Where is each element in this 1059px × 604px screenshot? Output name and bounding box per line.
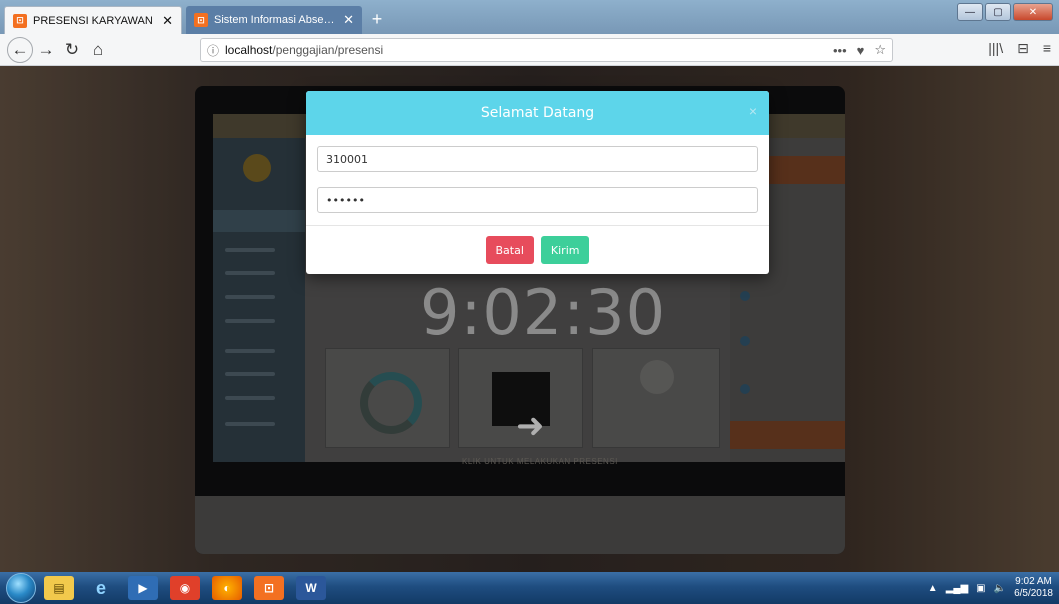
tray-time: 9:02 AM [1015, 576, 1052, 587]
minimize-button[interactable]: — [957, 3, 983, 21]
submit-button[interactable]: Kirim [540, 236, 590, 264]
tab-title: PRESENSI KARYAWAN [33, 14, 153, 27]
xampp-icon-alt[interactable]: ◉ [170, 576, 200, 600]
tray-date: 6/5/2018 [1014, 588, 1053, 599]
forward-icon[interactable]: → [33, 37, 59, 63]
favicon-icon: ⊡ [194, 13, 208, 27]
maximize-button[interactable]: ▢ [985, 3, 1011, 21]
tray-clock[interactable]: 9:02 AM 6/5/2018 [1014, 576, 1053, 600]
browser-titlebar: ⊡ PRESENSI KARYAWAN ✕ ⊡ Sistem Informasi… [0, 0, 1059, 34]
url-bar[interactable]: ⓘ localhost/penggajian/presensi ••• ♥ ☆ [200, 38, 893, 62]
start-orb-icon[interactable] [6, 573, 36, 603]
toolbar-right: |||\ ⊟ ≡ [988, 40, 1051, 57]
info-icon[interactable]: ⓘ [207, 42, 219, 59]
xampp-icon[interactable]: ⊡ [254, 576, 284, 600]
firefox-icon[interactable]: ◐ [212, 576, 242, 600]
reload-icon[interactable]: ↻ [59, 37, 85, 63]
system-tray: ▲ ▂▄▆ ▣ 🔈 9:02 AM 6/5/2018 [928, 572, 1053, 604]
welcome-modal: Selamat Datang × Batal Kirim [306, 91, 769, 274]
window-controls: — ▢ ✕ [957, 3, 1053, 21]
browser-navbar: ← → ↻ ⌂ ⓘ localhost/penggajian/presensi … [0, 34, 1059, 66]
username-input[interactable] [317, 146, 758, 172]
url-text: localhost/penggajian/presensi [225, 43, 384, 57]
sidebar-icon[interactable]: ⊟ [1017, 40, 1029, 57]
new-tab-button[interactable]: + [366, 8, 388, 30]
library-icon[interactable]: |||\ [988, 40, 1003, 57]
modal-header: Selamat Datang × [306, 91, 769, 135]
volume-icon[interactable]: 🔈 [994, 583, 1006, 594]
ie-icon[interactable]: e [86, 576, 116, 600]
media-icon[interactable]: ▶ [128, 576, 158, 600]
page-content: ➜ KLIK UNTUK MELAKUKAN PRESENSI 9:02:30 … [0, 66, 1059, 572]
password-input[interactable] [317, 187, 758, 213]
close-tab-icon[interactable]: ✕ [343, 12, 354, 28]
signal-icon[interactable]: ▂▄▆ [946, 583, 968, 594]
home-icon[interactable]: ⌂ [85, 37, 111, 63]
close-window-button[interactable]: ✕ [1013, 3, 1053, 21]
back-icon[interactable]: ← [7, 36, 33, 63]
windows-taskbar: ▤ e ▶ ◉ ◐ ⊡ W ▲ ▂▄▆ ▣ 🔈 9:02 AM 6/5/2018 [0, 572, 1059, 604]
page-actions-icon[interactable]: ••• [833, 43, 847, 58]
modal-title: Selamat Datang [480, 105, 595, 121]
tab-presensi-karyawan[interactable]: ⊡ PRESENSI KARYAWAN ✕ [4, 6, 182, 34]
tab-sistem-informasi[interactable]: ⊡ Sistem Informasi Absensi & Pe ✕ [186, 6, 362, 34]
close-icon[interactable]: × [749, 103, 757, 119]
pocket-icon[interactable]: ♥ [857, 43, 865, 58]
tray-expand-icon[interactable]: ▲ [928, 583, 938, 594]
tab-title: Sistem Informasi Absensi & Pe [214, 14, 338, 26]
bookmark-star-icon[interactable]: ☆ [874, 42, 886, 58]
modal-footer: Batal Kirim [306, 225, 769, 274]
network-icon[interactable]: ▣ [976, 583, 985, 594]
close-tab-icon[interactable]: ✕ [162, 13, 173, 29]
explorer-icon[interactable]: ▤ [44, 576, 74, 600]
favicon-icon: ⊡ [13, 13, 27, 28]
word-icon[interactable]: W [296, 576, 326, 600]
modal-body [306, 135, 769, 213]
menu-icon[interactable]: ≡ [1043, 40, 1051, 57]
cancel-button[interactable]: Batal [485, 236, 534, 264]
